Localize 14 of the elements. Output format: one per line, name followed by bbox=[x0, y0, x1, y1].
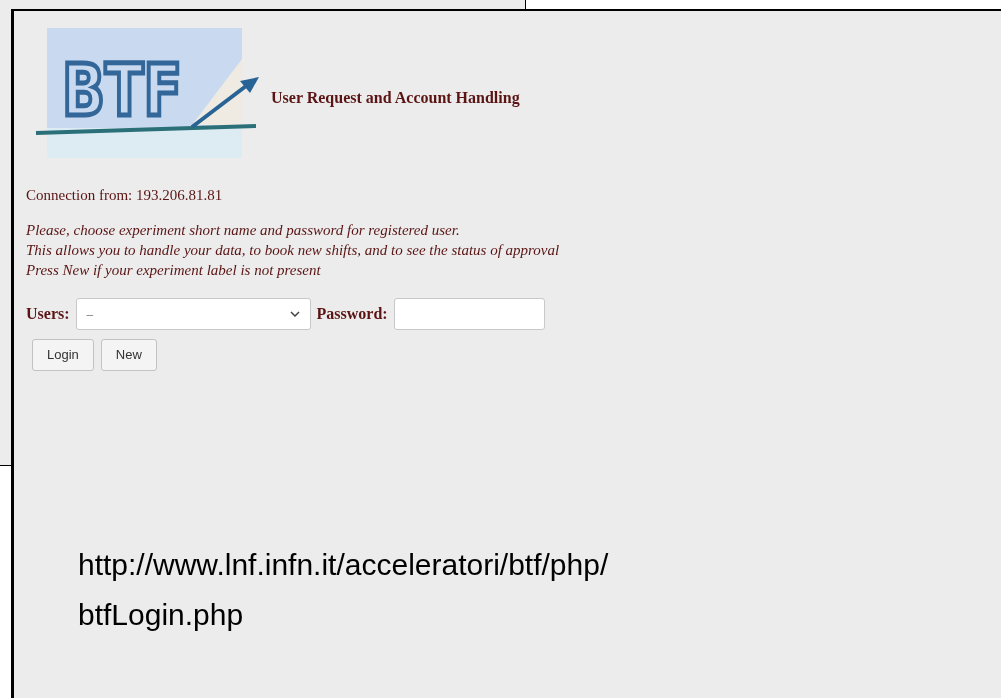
instruction-text: Please, choose experiment short name and password for registered user. bbox=[26, 220, 461, 240]
form-button[interactable]: New bbox=[100, 338, 157, 371]
users-dropdown[interactable]: – bbox=[75, 297, 311, 330]
chevron-down-icon bbox=[289, 310, 300, 317]
users-label: Users: bbox=[26, 303, 70, 324]
form-button[interactable]: Login bbox=[32, 338, 94, 371]
instruction-text: Press New if your experiment label is not present bbox=[26, 260, 322, 280]
password-field[interactable] bbox=[393, 297, 545, 330]
connection-text: Connection from: 193.206.81.81 bbox=[26, 186, 224, 205]
logo-text: BTF bbox=[62, 48, 216, 132]
password-label: Password: bbox=[316, 303, 388, 324]
page-title: User Request and Account Handling bbox=[271, 88, 520, 109]
url-caption: http://www.lnf.infn.it/acceleratori/btf/php/ btfLogin.php bbox=[78, 546, 610, 633]
instruction-text: This allows you to handle your data, to book new shifts, and to see the status of approval bbox=[26, 240, 561, 260]
